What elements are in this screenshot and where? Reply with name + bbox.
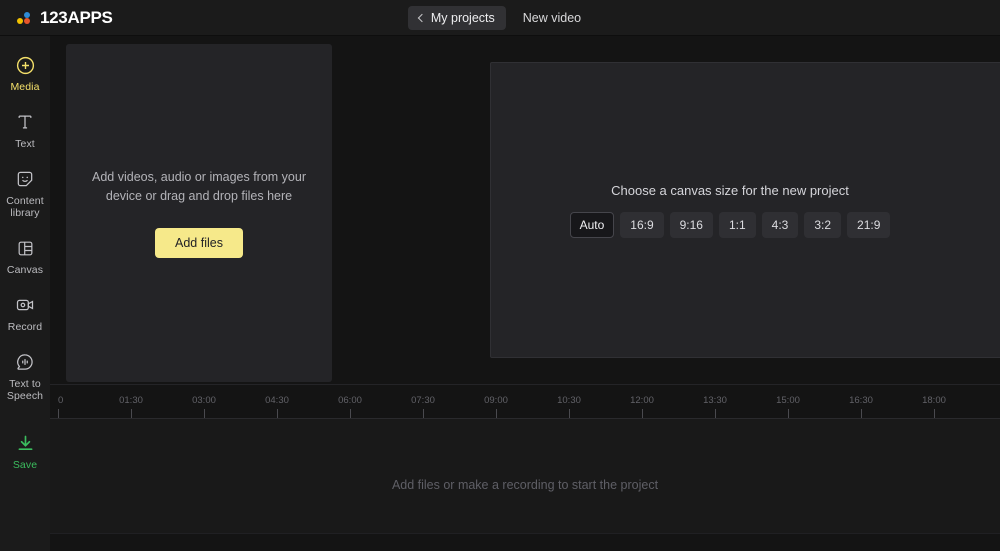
three-dots-logo-icon xyxy=(16,9,33,26)
timeline-tick-mark xyxy=(788,409,789,418)
ratio-auto[interactable]: Auto xyxy=(569,211,615,238)
timeline-tick-label: 09:00 xyxy=(484,395,508,406)
sidebar-item-text[interactable]: Text xyxy=(0,101,50,158)
timeline-tick-mark xyxy=(58,409,59,418)
ratio-21-9[interactable]: 21:9 xyxy=(847,211,891,238)
timeline-empty-hint: Add files or make a recording to start t… xyxy=(391,478,659,492)
timeline-ruler[interactable]: 0 01:30 03:00 04:30 06:00 07:30 09:00 10:30 12:0… xyxy=(50,385,1000,419)
timeline-tick-label: 10:30 xyxy=(557,395,581,406)
timeline-tick-mark xyxy=(204,409,205,418)
timeline-track-area[interactable]: Add files or make a recording to start t… xyxy=(50,419,1000,551)
app-logo[interactable]: 123APPS xyxy=(16,8,113,28)
timeline-tick-mark xyxy=(423,409,424,418)
dropzone-instructions: Add videos, audio or images from your de… xyxy=(92,170,306,203)
speech-waveform-icon xyxy=(2,351,48,373)
layout-frame-icon xyxy=(2,237,48,259)
sidebar-item-canvas-label: Canvas xyxy=(6,264,44,276)
ratio-1-1[interactable]: 1:1 xyxy=(718,211,756,238)
timeline-tick-mark xyxy=(715,409,716,418)
timeline-tick-label: 18:00 xyxy=(922,395,946,406)
sidebar-item-content-library[interactable]: Content library xyxy=(0,158,50,227)
sidebar-item-record[interactable]: Record xyxy=(0,284,50,341)
sidebar-item-media-label: Media xyxy=(10,81,40,93)
timeline-tick-mark xyxy=(350,409,351,418)
timeline-tick-mark xyxy=(934,409,935,418)
preview-area: Choose a canvas size for the new project… xyxy=(342,36,1000,384)
timeline-tick-label: 12:00 xyxy=(630,395,654,406)
timeline-tick-label: 13:30 xyxy=(703,395,727,406)
plus-circle-icon xyxy=(2,54,48,76)
add-files-button[interactable]: Add files xyxy=(155,228,243,258)
tab-new-video[interactable]: New video xyxy=(512,6,592,30)
ratio-4-3[interactable]: 4:3 xyxy=(761,211,799,238)
timeline-tick-mark xyxy=(642,409,643,418)
timeline-tick-label: 03:00 xyxy=(192,395,216,406)
sidebar-item-save[interactable]: Save xyxy=(0,422,50,479)
sidebar-item-text-to-speech[interactable]: Text to Speech xyxy=(0,341,50,410)
timeline-tick-label: 01:30 xyxy=(119,395,143,406)
timeline-tick-label: 06:00 xyxy=(338,395,362,406)
camera-record-icon xyxy=(2,294,48,316)
chevron-left-icon xyxy=(417,13,427,23)
canvas-ratio-options: Auto 16:9 9:16 1:1 4:3 3:2 21:9 xyxy=(569,211,891,238)
timeline-tick-label: 0 xyxy=(58,395,64,406)
tab-my-projects-label: My projects xyxy=(430,11,495,25)
timeline-tick-mark xyxy=(131,409,132,418)
timeline-tick-mark xyxy=(569,409,570,418)
left-tool-rail: Media Text Content library Canvas Record… xyxy=(0,36,50,551)
tab-my-projects[interactable]: My projects xyxy=(407,6,506,30)
canvas-preview[interactable]: Choose a canvas size for the new project… xyxy=(490,62,1000,358)
timeline-tick-mark xyxy=(277,409,278,418)
timeline-tick-label: 16:30 xyxy=(849,395,873,406)
tab-new-video-label: New video xyxy=(522,11,582,25)
text-t-icon xyxy=(2,111,48,133)
timeline-tick-label: 15:00 xyxy=(776,395,800,406)
sidebar-item-text-label: Text xyxy=(15,138,35,150)
sidebar-item-record-label: Record xyxy=(7,321,43,333)
brand-name: 123APPS xyxy=(40,7,113,27)
timeline-tick-mark xyxy=(861,409,862,418)
sidebar-item-canvas[interactable]: Canvas xyxy=(0,227,50,284)
sticker-smiley-icon xyxy=(2,168,48,190)
ratio-3-2[interactable]: 3:2 xyxy=(804,211,842,238)
timeline: 0 01:30 03:00 04:30 06:00 07:30 09:00 10:30 12:0… xyxy=(50,384,1000,551)
download-arrow-icon xyxy=(2,432,48,454)
timeline-bottom-strip xyxy=(50,533,1000,551)
sidebar-item-text-to-speech-label: Text to Speech xyxy=(6,378,44,402)
timeline-tick-label: 07:30 xyxy=(411,395,435,406)
canvas-size-prompt: Choose a canvas size for the new project xyxy=(611,182,849,198)
media-dropzone[interactable]: Add videos, audio or images from your de… xyxy=(66,44,332,382)
timeline-tick-label: 04:30 xyxy=(265,395,289,406)
sidebar-item-media[interactable]: Media xyxy=(0,44,50,101)
ratio-16-9[interactable]: 16:9 xyxy=(620,211,664,238)
sidebar-item-content-library-label: Content library xyxy=(6,195,44,219)
sidebar-item-save-label: Save xyxy=(12,459,38,471)
video-editor-app: 123APPS My projects New video Media Text… xyxy=(0,0,1000,551)
media-panel: Add videos, audio or images from your de… xyxy=(50,36,342,384)
timeline-tick-mark xyxy=(496,409,497,418)
ratio-9-16[interactable]: 9:16 xyxy=(669,211,713,238)
